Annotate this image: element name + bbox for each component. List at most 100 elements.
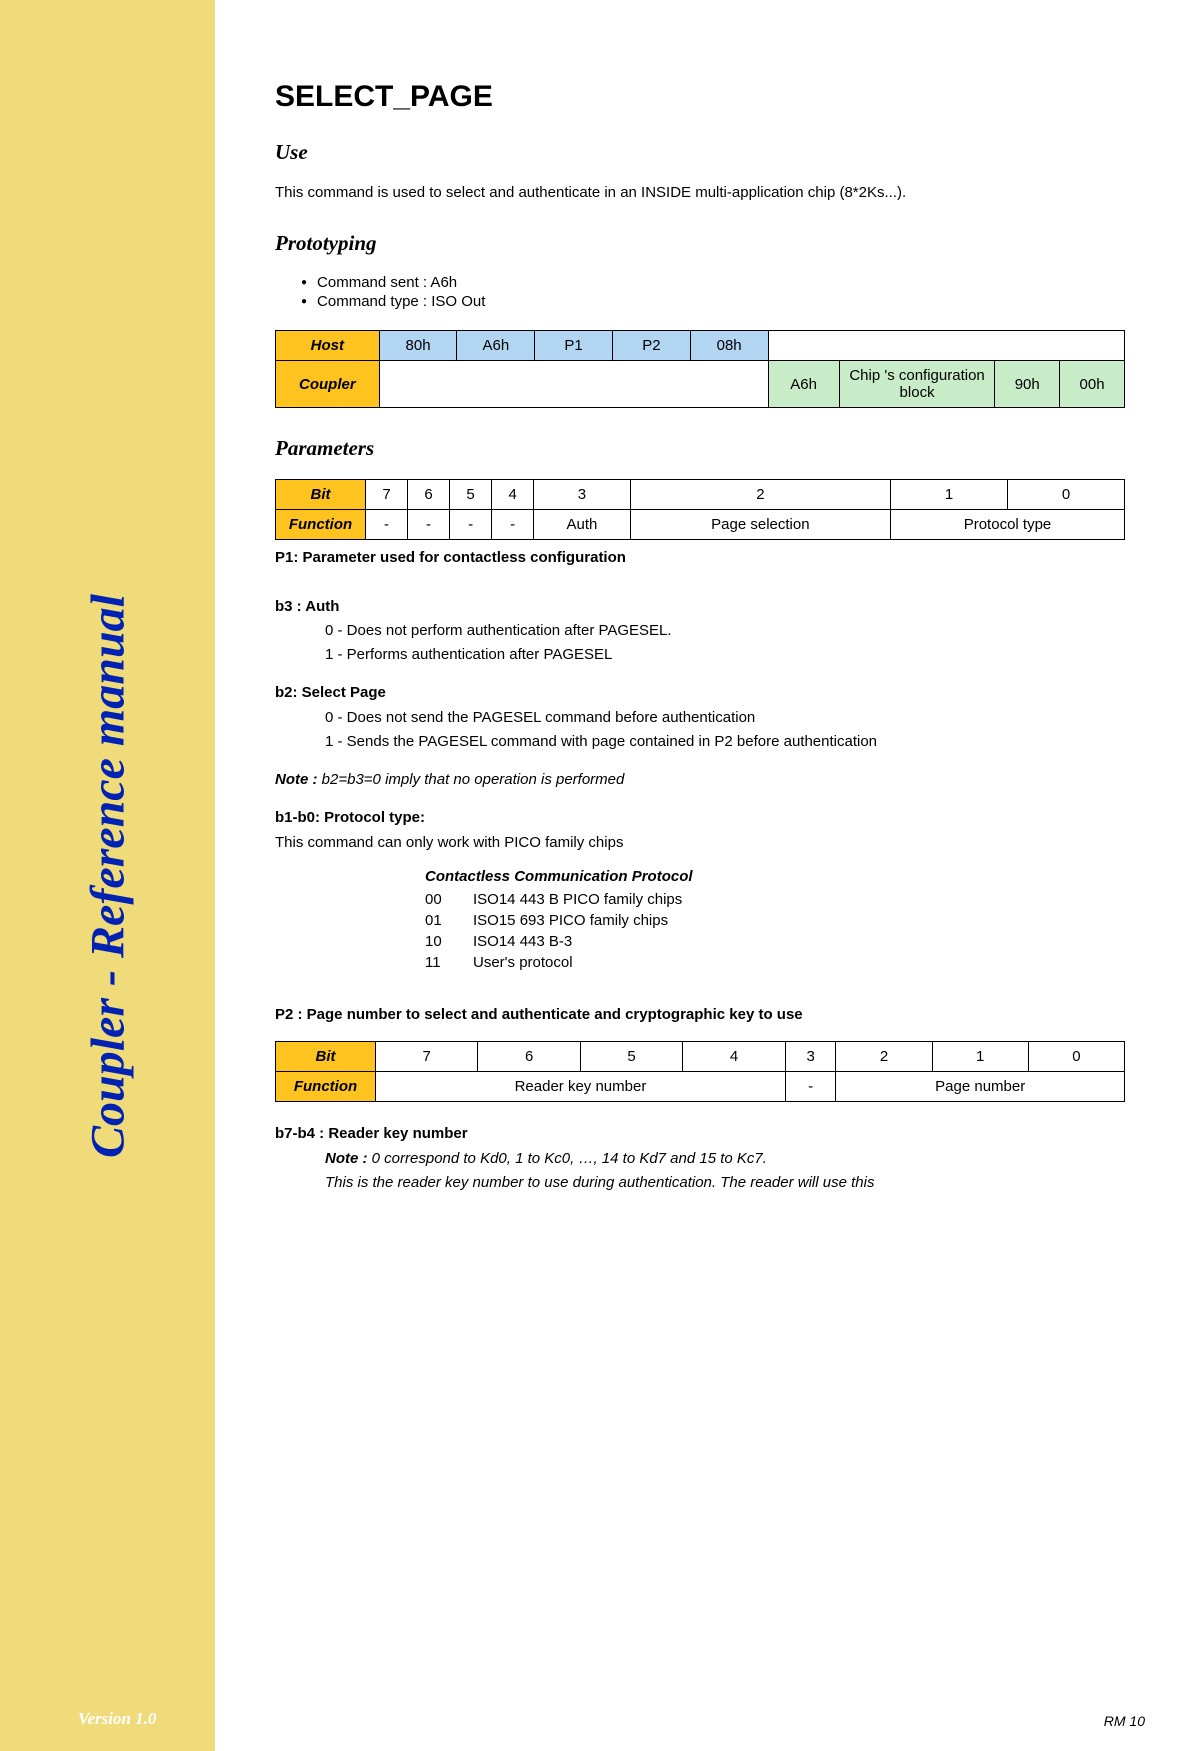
use-heading: Use bbox=[275, 140, 1125, 165]
func-cell: Protocol type bbox=[891, 510, 1125, 540]
func-cell: Reader key number bbox=[376, 1072, 786, 1102]
func-cell: Page selection bbox=[630, 510, 890, 540]
bit-cell: 7 bbox=[366, 480, 408, 510]
note-line: Note : b2=b3=0 imply that no operation i… bbox=[275, 770, 1125, 790]
empty-cell bbox=[768, 331, 1124, 361]
bit-cell: 2 bbox=[836, 1042, 932, 1072]
func-cell: - bbox=[785, 1072, 836, 1102]
sidebar-title: Coupler - Reference manual bbox=[80, 594, 135, 1158]
b3-line: 1 - Performs authentication after PAGESE… bbox=[275, 645, 1125, 665]
proto-code: 11 bbox=[425, 954, 473, 971]
func-cell: Auth bbox=[534, 510, 631, 540]
proto-code: 01 bbox=[425, 912, 473, 929]
bit-cell: 3 bbox=[785, 1042, 836, 1072]
page-title: SELECT_PAGE bbox=[275, 80, 1125, 114]
proto-code: 10 bbox=[425, 933, 473, 950]
content-area: SELECT_PAGE Use This command is used to … bbox=[215, 0, 1185, 1751]
bit-cell: 0 bbox=[1007, 480, 1124, 510]
bit-cell: 4 bbox=[492, 480, 534, 510]
proto-label: ISO14 443 B-3 bbox=[473, 933, 572, 950]
bit-cell: 6 bbox=[478, 1042, 580, 1072]
p1-table: Bit 7 6 5 4 3 2 1 0 Function - - - - Aut… bbox=[275, 479, 1125, 540]
p2-table: Bit 7 6 5 4 3 2 1 0 Function Reader key … bbox=[275, 1041, 1125, 1102]
host-cell: P1 bbox=[535, 331, 613, 361]
b2-line: 1 - Sends the PAGESEL command with page … bbox=[275, 732, 1125, 752]
note-text: b2=b3=0 imply that no operation is perfo… bbox=[318, 771, 625, 788]
proto-label: ISO15 693 PICO family chips bbox=[473, 912, 668, 929]
func-label: Function bbox=[276, 1072, 376, 1102]
command-table: Host 80h A6h P1 P2 08h Coupler A6h Chip … bbox=[275, 330, 1125, 408]
b2-block: b2: Select Page 0 - Does not send the PA… bbox=[275, 683, 1125, 752]
bit-cell: 5 bbox=[450, 480, 492, 510]
p1-caption: P1: Parameter used for contactless confi… bbox=[275, 548, 1125, 568]
b7b4-block: b7-b4 : Reader key number Note : 0 corre… bbox=[275, 1124, 1125, 1193]
b7b4-note: 0 correspond to Kd0, 1 to Kc0, …, 14 to … bbox=[368, 1150, 767, 1167]
bit-cell: 7 bbox=[376, 1042, 478, 1072]
proto-bullets: Command sent : A6h Command type : ISO Ou… bbox=[275, 274, 1125, 310]
use-text: This command is used to select and authe… bbox=[275, 183, 1125, 203]
proto-code: 00 bbox=[425, 891, 473, 908]
page-container: Coupler - Reference manual Version 1.0 S… bbox=[0, 0, 1185, 1751]
func-row: Function - - - - Auth Page selection Pro… bbox=[276, 510, 1125, 540]
protocol-title: Contactless Communication Protocol bbox=[425, 867, 1125, 887]
bit-cell: 2 bbox=[630, 480, 890, 510]
coupler-cell: A6h bbox=[768, 361, 839, 408]
b7b4-title: : Reader key number bbox=[315, 1125, 468, 1142]
b1b0-title: b1-b0: Protocol type: bbox=[275, 808, 1125, 828]
b7b4-title-line: b7-b4 : Reader key number bbox=[275, 1124, 1125, 1144]
note-label: Note : bbox=[325, 1150, 368, 1167]
func-label: Function bbox=[276, 510, 366, 540]
host-row: Host 80h A6h P1 P2 08h bbox=[276, 331, 1125, 361]
func-cell: - bbox=[450, 510, 492, 540]
bit-cell: 5 bbox=[580, 1042, 682, 1072]
bit-row: Bit 7 6 5 4 3 2 1 0 bbox=[276, 480, 1125, 510]
proto-row: 00 ISO14 443 B PICO family chips bbox=[425, 891, 1125, 908]
proto-label: User's protocol bbox=[473, 954, 573, 971]
bit-row: Bit 7 6 5 4 3 2 1 0 bbox=[276, 1042, 1125, 1072]
host-label: Host bbox=[276, 331, 380, 361]
coupler-row: Coupler A6h Chip 's configuration block … bbox=[276, 361, 1125, 408]
b7b4-prefix: b7-b4 bbox=[275, 1125, 315, 1142]
version-label: Version 1.0 bbox=[78, 1709, 156, 1729]
sidebar: Coupler - Reference manual Version 1.0 bbox=[0, 0, 215, 1751]
host-cell: 80h bbox=[379, 331, 457, 361]
b3-block: b3 : Auth 0 - Does not perform authentic… bbox=[275, 597, 1125, 666]
p2-caption: P2 : Page number to select and authentic… bbox=[275, 1005, 1125, 1025]
proto-label: ISO14 443 B PICO family chips bbox=[473, 891, 682, 908]
coupler-label: Coupler bbox=[276, 361, 380, 408]
bit-cell: 6 bbox=[408, 480, 450, 510]
prototyping-heading: Prototyping bbox=[275, 231, 1125, 256]
coupler-cell: Chip 's configuration block bbox=[839, 361, 995, 408]
b3-title: b3 : Auth bbox=[275, 597, 1125, 617]
b1b0-block: b1-b0: Protocol type: This command can o… bbox=[275, 808, 1125, 853]
bit-cell: 0 bbox=[1028, 1042, 1124, 1072]
func-cell: - bbox=[492, 510, 534, 540]
b7b4-note-line: Note : 0 correspond to Kd0, 1 to Kc0, …,… bbox=[275, 1149, 1125, 1169]
bit-cell: 1 bbox=[932, 1042, 1028, 1072]
bit-cell: 4 bbox=[683, 1042, 786, 1072]
func-cell: - bbox=[366, 510, 408, 540]
b3-line: 0 - Does not perform authentication afte… bbox=[275, 621, 1125, 641]
b2-title: b2: Select Page bbox=[275, 683, 1125, 703]
parameters-heading: Parameters bbox=[275, 436, 1125, 461]
protocol-list: Contactless Communication Protocol 00 IS… bbox=[275, 867, 1125, 971]
b7b4-note2: This is the reader key number to use dur… bbox=[275, 1173, 1125, 1193]
host-cell: A6h bbox=[457, 331, 535, 361]
proto-row: 10 ISO14 443 B-3 bbox=[425, 933, 1125, 950]
bit-label: Bit bbox=[276, 1042, 376, 1072]
bit-cell: 1 bbox=[891, 480, 1008, 510]
coupler-cell: 90h bbox=[995, 361, 1060, 408]
page-number: RM 10 bbox=[1104, 1713, 1145, 1729]
note-label: Note : bbox=[275, 771, 318, 788]
proto-row: 11 User's protocol bbox=[425, 954, 1125, 971]
empty-cell bbox=[379, 361, 768, 408]
bit-cell: 3 bbox=[534, 480, 631, 510]
bullet-item: Command type : ISO Out bbox=[301, 293, 1125, 310]
bullet-item: Command sent : A6h bbox=[301, 274, 1125, 291]
b1b0-text: This command can only work with PICO fam… bbox=[275, 833, 1125, 853]
b2-line: 0 - Does not send the PAGESEL command be… bbox=[275, 708, 1125, 728]
coupler-cell: 00h bbox=[1060, 361, 1125, 408]
host-cell: P2 bbox=[612, 331, 690, 361]
func-row: Function Reader key number - Page number bbox=[276, 1072, 1125, 1102]
host-cell: 08h bbox=[690, 331, 768, 361]
